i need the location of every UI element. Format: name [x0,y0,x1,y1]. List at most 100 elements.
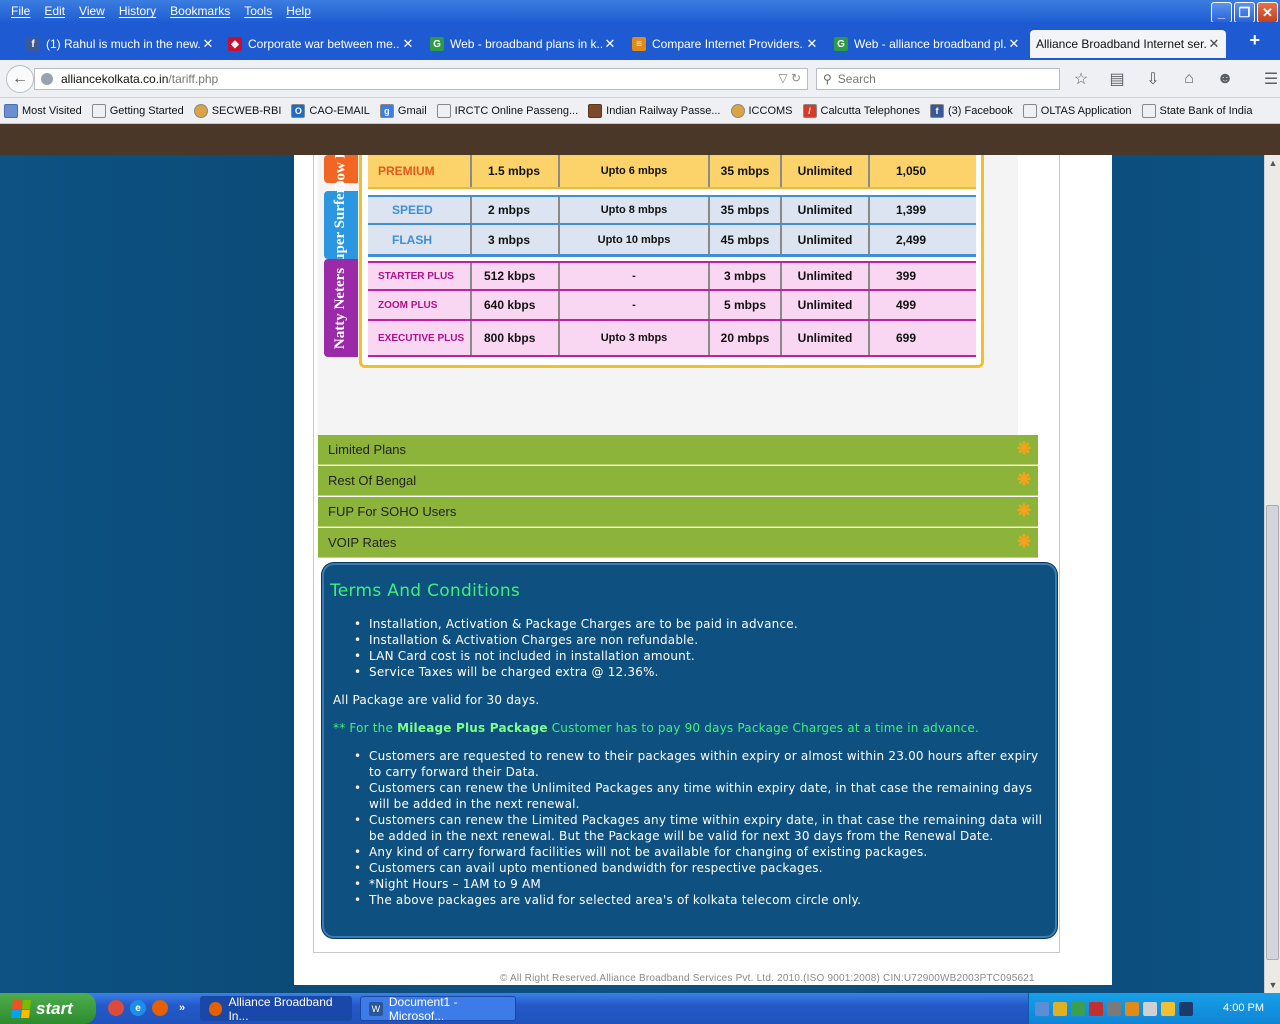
bookmark-gmail[interactable]: g Gmail [379,103,427,118]
menu-view[interactable]: View [72,4,112,18]
google-icon: G [430,37,444,51]
bookmark-calcutta-telephones[interactable]: / Calcutta Telephones [802,103,920,118]
menu-help[interactable]: Help [279,4,318,18]
scroll-down-icon[interactable]: ▼ [1265,977,1280,993]
plan-name: FLASH [368,225,472,254]
accordion-rest-of-bengal[interactable]: Rest Of Bengal ❋ [318,466,1038,496]
home-icon[interactable]: ⌂ [1178,69,1200,89]
plan-speed: 1.5 mbps [472,155,560,187]
table-row: STARTER PLUS 512 kbps - 3 mbps Unlimited… [368,261,976,291]
table-row: FLASH 3 mbps Upto 10 mbps 45 mbps Unlimi… [368,225,976,257]
close-tab-icon[interactable]: ✕ [804,36,820,52]
windows-taskbar: start e » Alliance Broadband In... W Doc… [0,993,1280,1024]
tab-compare-providers[interactable]: ≡ Compare Internet Providers... ✕ [626,30,824,58]
accordion-label: Rest Of Bengal [328,473,417,488]
usb-icon[interactable] [1107,1001,1121,1016]
download-icon[interactable]: ⇩ [1142,69,1164,89]
chevron-right-icon[interactable]: » [174,1000,190,1016]
chat-icon[interactable]: ☻ [1214,69,1236,89]
reading-list-icon[interactable]: ▤ [1106,69,1128,89]
close-tab-icon[interactable]: ✕ [200,36,216,52]
bookmark-indian-railway[interactable]: Indian Railway Passe... [588,103,721,118]
chrome-icon[interactable] [108,1000,124,1016]
menu-tools[interactable]: Tools [237,4,279,18]
maximize-button[interactable]: ❐ [1234,2,1255,23]
bookmark-cao-email[interactable]: O CAO-EMAIL [291,103,370,118]
address-bar[interactable]: alliancekolkata.co.in /tariff.php ▽ ↻ [34,68,808,90]
menu-file[interactable]: File [4,4,37,18]
back-button[interactable]: ← [6,65,34,93]
bookmark-label: Most Visited [22,104,82,117]
tab-broadband-plans[interactable]: G Web - broadband plans in k... ✕ [424,30,622,58]
internet-explorer-icon[interactable]: e [130,1000,146,1016]
plan-burst: 5 mbps [710,291,782,319]
plan-name: EXECUTIVE PLUS [368,321,472,355]
tab-alliance-search[interactable]: G Web - alliance broadband pl... ✕ [828,30,1026,58]
hamburger-menu-icon[interactable]: ☰ [1260,69,1280,89]
reload-icon[interactable]: ↻ [791,71,801,85]
news-icon: ◆ [228,37,242,51]
plan-price: 399 [896,269,917,283]
menu-bookmarks[interactable]: Bookmarks [163,4,237,18]
plan-usage: Unlimited [782,225,870,254]
list-item: Installation, Activation & Package Charg… [354,616,798,632]
tab-corporate-war[interactable]: ◆ Corporate war between me... ✕ [222,30,420,58]
new-tab-button[interactable]: + [1249,30,1260,51]
accordion-fup-soho[interactable]: FUP For SOHO Users ❋ [318,497,1038,527]
accordion-label: FUP For SOHO Users [328,504,457,519]
list-item: Service Taxes will be charged extra @ 12… [354,664,798,680]
start-button[interactable]: start [0,993,96,1024]
accordion-limited-plans[interactable]: Limited Plans ❋ [318,435,1038,465]
close-tab-icon[interactable]: ✕ [602,36,618,52]
accordion-voip-rates[interactable]: VOIP Rates ❋ [318,528,1038,558]
minimize-button[interactable]: _ [1211,2,1232,23]
scrollbar-thumb[interactable] [1266,505,1279,960]
bookmark-star-icon[interactable]: ☆ [1070,69,1092,89]
shield-icon[interactable] [1053,1001,1067,1016]
outlook-icon: O [291,103,306,118]
close-tab-icon[interactable]: ✕ [400,36,416,52]
table-row: EXECUTIVE PLUS 800 kbps Upto 3 mbps 20 m… [368,321,976,357]
window-controls: _ ❐ ✕ [1211,2,1278,23]
close-tab-icon[interactable]: ✕ [1206,36,1222,52]
scroll-up-icon[interactable]: ▲ [1265,155,1280,171]
plan-usage: Unlimited [782,155,870,187]
bookmark-getting-started[interactable]: Getting Started [91,103,184,118]
dropdown-arrow-icon[interactable]: ▽ [778,71,787,85]
network-icon[interactable] [1035,1001,1049,1016]
taskbar-firefox-window[interactable]: Alliance Broadband In... [200,995,352,1023]
plan-speed: 2 mbps [472,197,560,223]
menu-edit[interactable]: Edit [37,4,72,18]
vertical-scrollbar[interactable]: ▲ ▼ [1264,155,1280,993]
bookmark-label: Indian Railway Passe... [606,104,721,117]
update-icon[interactable] [1125,1001,1139,1016]
tab-title: Alliance Broadband Internet ser... [1036,37,1206,51]
tab-alliance-broadband[interactable]: Alliance Broadband Internet ser... ✕ [1030,30,1226,58]
bookmark-secweb-rbi[interactable]: SECWEB-RBI [193,103,281,118]
plan-speed: 512 kbps [472,263,560,289]
antivirus-icon[interactable] [1071,1001,1085,1016]
page-icon [1022,103,1037,118]
close-tab-icon[interactable]: ✕ [1006,36,1022,52]
bookmark-oltas[interactable]: OLTAS Application [1022,103,1132,118]
system-tray: 4:00 PM [1028,993,1280,1024]
terms-title: Terms And Conditions [330,581,521,601]
search-placeholder: Search [837,72,876,86]
notes-icon[interactable] [1161,1001,1175,1016]
url-path: /tariff.php [168,72,219,86]
close-window-button[interactable]: ✕ [1257,2,1278,23]
bookmark-irctc[interactable]: IRCTC Online Passeng... [436,103,578,118]
search-icon: ⚲ [823,72,832,86]
bookmark-sbi[interactable]: State Bank of India [1141,103,1252,118]
bookmark-most-visited[interactable]: Most Visited [4,103,82,118]
monitor-icon[interactable] [1179,1001,1193,1016]
tab-facebook[interactable]: f (1) Rahul is much in the new... ✕ [20,30,220,58]
menu-history[interactable]: History [112,4,163,18]
firefox-icon[interactable] [152,1000,168,1016]
bookmark-iccoms[interactable]: ICCOMS [730,103,793,118]
bookmark-facebook[interactable]: f (3) Facebook [929,103,1013,118]
taskbar-word-window[interactable]: W Document1 - Microsof... [360,995,516,1023]
security-icon[interactable] [1089,1001,1103,1016]
search-box[interactable]: ⚲ Search [816,68,1060,90]
volume-icon[interactable] [1143,1001,1157,1016]
